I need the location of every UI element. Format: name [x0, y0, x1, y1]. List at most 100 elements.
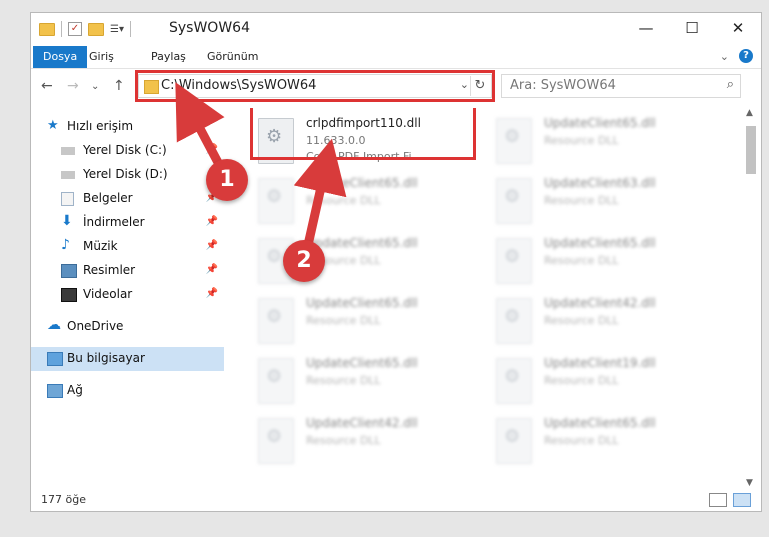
- file-name: UpdateClient65.dll: [306, 176, 418, 190]
- drive-icon: [61, 171, 75, 179]
- back-icon[interactable]: ←: [41, 78, 53, 94]
- vertical-scrollbar[interactable]: ▲ ▼: [744, 108, 758, 488]
- file-tile[interactable]: ⚙ UpdateClient63.dll Resource DLL: [496, 174, 726, 234]
- file-name: UpdateClient65.dll: [306, 236, 418, 250]
- sidebar-item-label: OneDrive: [67, 319, 124, 333]
- gear-icon: ⚙: [504, 426, 521, 447]
- tab-giris[interactable]: Giriş: [89, 46, 114, 68]
- scroll-thumb[interactable]: [746, 126, 756, 174]
- sidebar-item-label: Yerel Disk (C:): [83, 143, 167, 157]
- star-icon: ★: [47, 118, 59, 133]
- sidebar-item-onedrive[interactable]: ☁ OneDrive: [31, 315, 224, 339]
- file-tile[interactable]: ⚙ UpdateClient65.dll Resource DLL: [496, 414, 726, 473]
- gear-icon: ⚙: [266, 366, 283, 387]
- recent-locations-icon[interactable]: ⌄: [91, 81, 99, 92]
- navigation-pane: ★ Hızlı erişim Yerel Disk (C:) 📌 Yerel D…: [31, 111, 224, 471]
- scroll-down-icon[interactable]: ▼: [746, 478, 753, 488]
- file-description: Resource DLL: [306, 194, 381, 207]
- sidebar-item-label: Resimler: [83, 263, 136, 277]
- gear-icon: ⚙: [266, 306, 283, 327]
- download-icon: ⬇: [61, 213, 73, 229]
- minimize-button[interactable]: —: [623, 13, 669, 43]
- videos-icon: [61, 288, 77, 302]
- file-description: Resource DLL: [544, 314, 619, 327]
- search-input[interactable]: Ara: SysWOW64 ⌕: [501, 74, 741, 98]
- explorer-window: ✓ ☰▾ SysWOW64 — ☐ ✕ Dosya Giriş Paylaş G…: [30, 12, 762, 512]
- sidebar-item-pictures[interactable]: Resimler 📌: [31, 259, 224, 283]
- sidebar-item-quick-access[interactable]: ★ Hızlı erişim: [31, 115, 224, 139]
- file-description: Resource DLL: [306, 434, 381, 447]
- view-buttons: [709, 493, 751, 507]
- sidebar-item-documents[interactable]: Belgeler 📌: [31, 187, 224, 211]
- quick-access-toolbar: ✓ ☰▾: [39, 21, 131, 37]
- file-name: UpdateClient63.dll: [544, 176, 656, 190]
- properties-icon[interactable]: ✓: [68, 22, 82, 36]
- file-tile[interactable]: ⚙ UpdateClient42.dll Resource DLL: [258, 414, 488, 473]
- sidebar-item-this-pc[interactable]: Bu bilgisayar: [31, 347, 224, 371]
- file-tile[interactable]: ⚙ UpdateClient65.dll Resource DLL: [496, 114, 726, 174]
- status-bar: 177 öğe: [31, 489, 761, 511]
- sidebar-item-label: İndirmeler: [83, 215, 145, 229]
- window-controls: — ☐ ✕: [623, 13, 761, 43]
- gear-icon: ⚙: [504, 126, 521, 147]
- file-name: UpdateClient65.dll: [306, 296, 418, 310]
- sidebar-item-label: Ağ: [67, 383, 83, 397]
- folder-icon[interactable]: [39, 22, 55, 36]
- file-tile[interactable]: ⚙ UpdateClient42.dll Resource DLL: [496, 294, 726, 354]
- pin-icon[interactable]: 📌: [206, 144, 218, 155]
- maximize-button[interactable]: ☐: [669, 13, 715, 43]
- expand-ribbon-icon[interactable]: ⌄: [720, 50, 729, 63]
- gear-icon: ⚙: [266, 246, 283, 267]
- new-folder-icon[interactable]: [88, 22, 104, 36]
- file-description: Resource DLL: [544, 374, 619, 387]
- file-description: Resource DLL: [306, 374, 381, 387]
- sidebar-item-network[interactable]: Ağ: [31, 379, 224, 403]
- sidebar-item-label: Yerel Disk (D:): [83, 167, 168, 181]
- customize-qat-icon[interactable]: ☰▾: [110, 24, 124, 35]
- search-placeholder: Ara: SysWOW64: [510, 78, 616, 93]
- pin-icon[interactable]: 📌: [206, 240, 218, 251]
- help-icon[interactable]: ?: [739, 49, 753, 63]
- title-bar: ✓ ☰▾ SysWOW64 — ☐ ✕: [31, 13, 761, 45]
- step1-badge: 1: [206, 159, 248, 201]
- close-button[interactable]: ✕: [715, 13, 761, 43]
- sidebar-item-local-disk-d[interactable]: Yerel Disk (D:) 📌: [31, 163, 224, 187]
- up-icon[interactable]: ↑: [113, 78, 125, 94]
- network-icon: [47, 384, 63, 398]
- tab-paylas[interactable]: Paylaş: [151, 46, 186, 68]
- details-view-icon[interactable]: [709, 493, 727, 507]
- file-view: ⚙ crlpdfimport110.dll 11.633.0.0 Corel P…: [241, 108, 741, 473]
- file-description: Resource DLL: [544, 254, 619, 267]
- file-name: UpdateClient19.dll: [544, 356, 656, 370]
- file-tile[interactable]: ⚙ UpdateClient19.dll Resource DLL: [496, 354, 726, 414]
- item-count: 177 öğe: [41, 493, 86, 506]
- pin-icon[interactable]: 📌: [206, 216, 218, 227]
- file-tile[interactable]: ⚙ UpdateClient65.dll Resource DLL: [258, 294, 488, 354]
- scroll-up-icon[interactable]: ▲: [746, 108, 753, 118]
- tiles-view-icon[interactable]: [733, 493, 751, 507]
- file-name: UpdateClient42.dll: [544, 296, 656, 310]
- gear-icon: ⚙: [504, 306, 521, 327]
- forward-icon[interactable]: →: [67, 78, 79, 94]
- divider: [61, 21, 62, 37]
- sidebar-item-music[interactable]: ♪ Müzik 📌: [31, 235, 224, 259]
- sidebar-item-local-disk-c[interactable]: Yerel Disk (C:) 📌: [31, 139, 224, 163]
- pin-icon[interactable]: 📌: [206, 264, 218, 275]
- file-tile[interactable]: ⚙ UpdateClient65.dll Resource DLL: [496, 234, 726, 294]
- file-tile[interactable]: ⚙ UpdateClient65.dll Resource DLL: [258, 354, 488, 414]
- file-tile[interactable]: ⚙ UpdateClient65.dll Resource DLL: [258, 174, 488, 234]
- file-description: Resource DLL: [544, 434, 619, 447]
- file-name: UpdateClient65.dll: [544, 416, 656, 430]
- gear-icon: ⚙: [266, 426, 283, 447]
- sidebar-item-videos[interactable]: Videolar 📌: [31, 283, 224, 307]
- cloud-icon: ☁: [47, 317, 61, 333]
- file-name: UpdateClient65.dll: [306, 356, 418, 370]
- sidebar-item-downloads[interactable]: ⬇ İndirmeler 📌: [31, 211, 224, 235]
- search-icon[interactable]: ⌕: [727, 77, 734, 92]
- pin-icon[interactable]: 📌: [206, 288, 218, 299]
- tab-gorunum[interactable]: Görünüm: [207, 46, 258, 68]
- tab-dosya[interactable]: Dosya: [33, 46, 88, 68]
- window-title: SysWOW64: [169, 20, 250, 36]
- ribbon-right: ⌄ ?: [720, 49, 753, 63]
- file-name: UpdateClient42.dll: [306, 416, 418, 430]
